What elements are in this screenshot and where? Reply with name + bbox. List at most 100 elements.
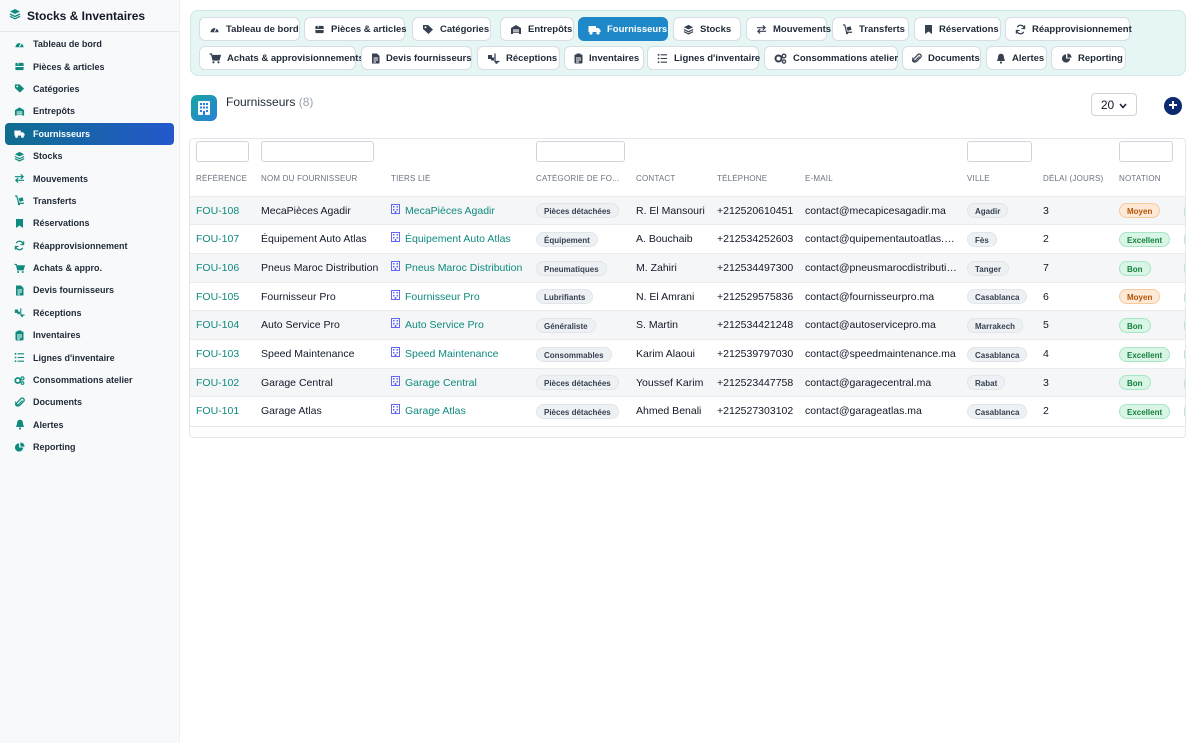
linked-third-party[interactable]: Équipement Auto Atlas: [391, 225, 531, 254]
tab-6[interactable]: Mouvements: [746, 17, 831, 41]
column-header-9[interactable]: NOTATION: [1119, 174, 1179, 183]
bookmark-icon: [14, 218, 25, 229]
linked-third-party[interactable]: Speed Maintenance: [391, 340, 531, 369]
linked-third-party[interactable]: Fournisseur Pro: [391, 283, 531, 312]
table-row[interactable]: FOU-102 Garage Central Garage Central Pièce…: [190, 367, 1185, 398]
column-header-3[interactable]: CATÉGORIE DE FO...: [536, 174, 631, 183]
phone-number: +212529575836: [717, 290, 794, 303]
sidebar-item-label: Documents: [33, 397, 83, 408]
filter-category[interactable]: [536, 141, 625, 162]
sidebar-item-6[interactable]: Mouvements: [5, 167, 174, 189]
supplier-reference-link[interactable]: FOU-104: [196, 311, 256, 340]
per-page-select[interactable]: 20: [1091, 93, 1137, 116]
filter-city[interactable]: [967, 141, 1032, 162]
category-badge: Consommables: [536, 346, 612, 362]
tab-7[interactable]: Transferts: [832, 17, 909, 41]
column-header-4[interactable]: CONTACT: [636, 174, 714, 183]
sidebar-item-5[interactable]: Stocks: [5, 145, 174, 167]
category-cell: Lubrifiants: [536, 283, 631, 312]
tab-12[interactable]: Réceptions: [477, 46, 560, 70]
sidebar-item-4[interactable]: Fournisseurs: [5, 122, 174, 145]
tab-11[interactable]: Devis fournisseurs: [361, 46, 472, 70]
sidebar-item-16[interactable]: Documents: [5, 391, 174, 413]
tab-10[interactable]: Achats & approvisionnements: [199, 46, 364, 70]
tab-18[interactable]: Reporting: [1051, 46, 1126, 70]
sidebar-item-1[interactable]: Pièces & articles: [5, 55, 174, 77]
sidebar-item-12[interactable]: Réceptions: [5, 302, 174, 324]
sidebar-item-3[interactable]: Entrepôts: [5, 100, 174, 122]
column-header-8[interactable]: DÉLAI (JOURS): [1043, 174, 1115, 183]
supplier-reference-link[interactable]: FOU-108: [196, 197, 256, 226]
tab-5[interactable]: Stocks: [673, 17, 741, 41]
linked-third-party[interactable]: MecaPièces Agadir: [391, 197, 531, 226]
tab-4[interactable]: Fournisseurs: [578, 17, 668, 41]
gauge-icon: [209, 24, 220, 35]
column-header-2[interactable]: TIERS LIÉ: [391, 174, 531, 183]
category-badge: Pièces détachées: [536, 375, 619, 391]
sidebar-item-17[interactable]: Alertes: [5, 414, 174, 436]
linked-third-party[interactable]: Pneus Maroc Distribution: [391, 254, 531, 283]
filter-reference[interactable]: [196, 141, 249, 162]
sidebar-item-14[interactable]: Lignes d'inventaire: [5, 346, 174, 368]
table-row[interactable]: FOU-104 Auto Service Pro Auto Service Pro G…: [190, 310, 1185, 340]
sidebar-item-13[interactable]: Inventaires: [5, 324, 174, 346]
linked-third-party[interactable]: Garage Central: [391, 369, 531, 398]
column-header-6[interactable]: E-MAIL: [805, 174, 963, 183]
sync-icon: [1015, 24, 1026, 35]
sidebar-item-18[interactable]: Reporting: [5, 436, 174, 458]
building-icon: [391, 254, 400, 283]
sidebar-item-9[interactable]: Réapprovisionnement: [5, 235, 174, 257]
column-header-1[interactable]: NOM DU FOURNISSEUR: [261, 174, 386, 183]
truck-loading-icon: [14, 307, 25, 318]
tab-8[interactable]: Réservations: [914, 17, 1001, 41]
tab-14[interactable]: Lignes d'inventaire: [647, 46, 760, 70]
supplier-reference-link[interactable]: FOU-107: [196, 225, 256, 254]
sidebar-item-10[interactable]: Achats & appro.: [5, 257, 174, 279]
tab-2[interactable]: Catégories: [412, 17, 491, 41]
tab-15[interactable]: Consommations atelier: [764, 46, 898, 70]
table-row[interactable]: FOU-107 Équipement Auto Atlas Équipement A…: [190, 224, 1185, 254]
phone-number: +212527303102: [717, 405, 794, 418]
column-header-0[interactable]: RÉFÉRENCE: [196, 174, 256, 183]
linked-third-party[interactable]: Garage Atlas: [391, 397, 531, 426]
table-row[interactable]: FOU-105 Fournisseur Pro Fournisseur Pro Lub…: [190, 281, 1185, 312]
tab-0[interactable]: Tableau de bord: [199, 17, 300, 41]
category-badge: Généraliste: [536, 318, 596, 334]
sidebar-item-2[interactable]: Catégories: [5, 78, 174, 100]
sidebar-item-label: Pièces & articles: [33, 61, 105, 72]
column-header-5[interactable]: TÉLÉPHONE: [717, 174, 802, 183]
table-row[interactable]: FOU-103 Speed Maintenance Speed Maintenanc…: [190, 339, 1185, 369]
tab-17[interactable]: Alertes: [986, 46, 1047, 70]
add-supplier-button[interactable]: [1164, 97, 1182, 115]
tab-1[interactable]: Pièces & articles: [304, 17, 407, 41]
table-row[interactable]: FOU-108 MecaPièces Agadir MecaPièces Agadi…: [190, 195, 1185, 226]
supplier-name: Équipement Auto Atlas: [261, 233, 367, 246]
table-row[interactable]: FOU-106 Pneus Maroc Distribution Pneus Mar…: [190, 252, 1185, 283]
supplier-reference-link[interactable]: FOU-106: [196, 254, 256, 283]
supplier-reference-link[interactable]: FOU-103: [196, 340, 256, 369]
cart-icon: [14, 263, 25, 274]
sidebar-item-15[interactable]: Consommations atelier: [5, 369, 174, 391]
sidebar-item-7[interactable]: Transferts: [5, 190, 174, 212]
tab-9[interactable]: Réapprovisionnement: [1005, 17, 1132, 41]
linked-third-party[interactable]: Auto Service Pro: [391, 311, 531, 340]
filter-name[interactable]: [261, 141, 374, 162]
tab-16[interactable]: Documents: [902, 46, 981, 70]
supplier-reference-link[interactable]: FOU-102: [196, 369, 256, 398]
sidebar-item-8[interactable]: Réservations: [5, 212, 174, 234]
sidebar-item-11[interactable]: Devis fournisseurs: [5, 279, 174, 301]
supplier-reference-link[interactable]: FOU-105: [196, 283, 256, 312]
tab-3[interactable]: Entrepôts: [500, 17, 574, 41]
sidebar-item-0[interactable]: Tableau de bord: [5, 33, 174, 55]
tab-13[interactable]: Inventaires: [564, 46, 644, 70]
city-cell: Tanger: [967, 254, 1039, 283]
column-header-7[interactable]: VILLE: [967, 174, 1039, 183]
table-row[interactable]: FOU-101 Garage Atlas Garage Atlas Pièces dé…: [190, 396, 1185, 426]
city-cell: Casablanca: [967, 340, 1039, 369]
sidebar-item-label: Lignes d'inventaire: [33, 352, 115, 363]
clipboard-icon: [14, 330, 25, 341]
status-indicator: [1184, 378, 1185, 388]
supplier-reference-link[interactable]: FOU-101: [196, 397, 256, 426]
layers-icon: [9, 7, 21, 25]
filter-rating[interactable]: [1119, 141, 1173, 162]
